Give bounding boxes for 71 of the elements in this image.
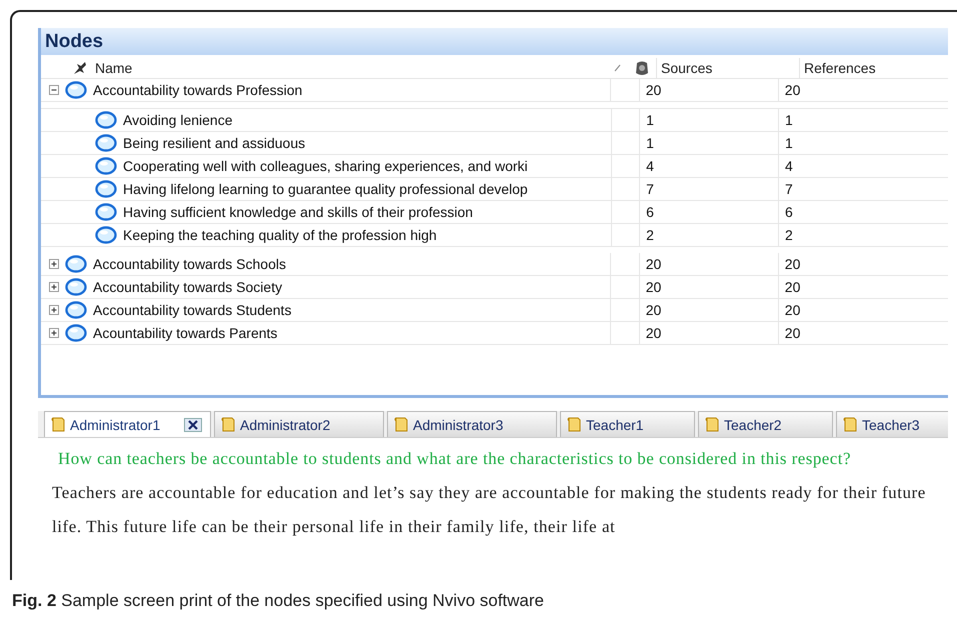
table-cell: 4: [778, 155, 948, 177]
table-cell: 2: [778, 224, 948, 246]
node-name[interactable]: Accountability towards Schools: [93, 256, 286, 272]
expand-icon[interactable]: [49, 328, 59, 338]
table-cell: 1: [639, 109, 778, 131]
node-name[interactable]: Having lifelong learning to guarantee quality professional develop: [123, 181, 528, 197]
node-icon: [65, 301, 87, 319]
column-heading[interactable]: References: [804, 60, 876, 76]
document-icon: [50, 416, 66, 433]
node-icon: [95, 180, 117, 198]
column-heading[interactable]: Name: [95, 60, 132, 76]
node-icon: [95, 111, 117, 129]
table-cell: 1: [778, 132, 948, 154]
close-icon[interactable]: [184, 418, 202, 432]
table-cell: 20: [778, 276, 948, 298]
tab[interactable]: Administrator3: [387, 411, 557, 437]
node-name[interactable]: Acountability towards Parents: [93, 325, 278, 341]
node-name[interactable]: Avoiding lenience: [123, 112, 232, 128]
node-icon: [95, 134, 117, 152]
node-name[interactable]: Cooperating well with colleagues, sharing experiences, and worki: [123, 158, 528, 174]
collapse-icon[interactable]: [49, 85, 59, 95]
node-icon: [65, 324, 87, 342]
table-cell: 20: [638, 322, 778, 344]
document-icon: [566, 416, 582, 433]
table-cell: 20: [778, 79, 948, 101]
table-cell: 20: [778, 253, 948, 275]
table-cell: 1: [639, 132, 778, 154]
expand-icon[interactable]: [49, 305, 59, 315]
sort-icon: [614, 63, 621, 73]
document-icon: [393, 416, 409, 433]
node-name[interactable]: Having sufficient knowledge and skills of their profession: [123, 204, 473, 220]
tab[interactable]: Teacher2: [698, 411, 833, 437]
table-cell: 20: [778, 322, 948, 344]
node-icon: [95, 226, 117, 244]
expand-icon[interactable]: [49, 282, 59, 292]
tab[interactable]: Administrator2: [214, 411, 384, 437]
table-cell: 2: [639, 224, 778, 246]
answer-text: Teachers are accountable for education and let’s say they are accountable for making the students ready for their future life. This future life can be their personal life in their family life, their life at: [52, 482, 927, 538]
node-name[interactable]: Accountability towards Society: [93, 279, 282, 295]
node-name[interactable]: Accountability towards Students: [93, 302, 292, 318]
node-icon: [95, 157, 117, 175]
table-cell: 6: [778, 201, 948, 223]
document-icon: [842, 416, 858, 433]
table-cell: 20: [638, 79, 778, 101]
node-icon: [65, 81, 87, 99]
table-cell: 20: [778, 299, 948, 321]
node-icon: [65, 278, 87, 296]
figure-caption: Fig. 2 Sample screen print of the nodes specified using Nvivo software: [12, 591, 545, 611]
tab[interactable]: Administrator1: [44, 411, 211, 437]
table-cell: 7: [778, 178, 948, 200]
question-text: How can teachers be accountable to students and what are the characteristics to be considered in this respect?: [57, 448, 852, 470]
table-cell: 4: [639, 155, 778, 177]
node-name[interactable]: Accountability towards Profession: [93, 82, 302, 98]
tab[interactable]: Teacher1: [560, 411, 695, 437]
document-icon: [220, 416, 236, 433]
document-icon: [704, 416, 720, 433]
tab[interactable]: Teacher3: [836, 411, 948, 437]
table-cell: 20: [638, 299, 778, 321]
table-cell: 20: [638, 253, 778, 275]
table-cell: 1: [778, 109, 948, 131]
node-icon: [95, 203, 117, 221]
table-cell: 6: [639, 201, 778, 223]
table-cell: 7: [639, 178, 778, 200]
node-icon: [65, 255, 87, 273]
panel-title: Nodes: [45, 30, 104, 52]
expand-icon[interactable]: [49, 259, 59, 269]
column-heading[interactable]: Sources: [661, 60, 712, 76]
table-cell: 20: [638, 276, 778, 298]
pin-icon: [71, 60, 89, 76]
node-name[interactable]: Keeping the teaching quality of the profession high: [123, 227, 437, 243]
node-name[interactable]: Being resilient and assiduous: [123, 135, 306, 151]
